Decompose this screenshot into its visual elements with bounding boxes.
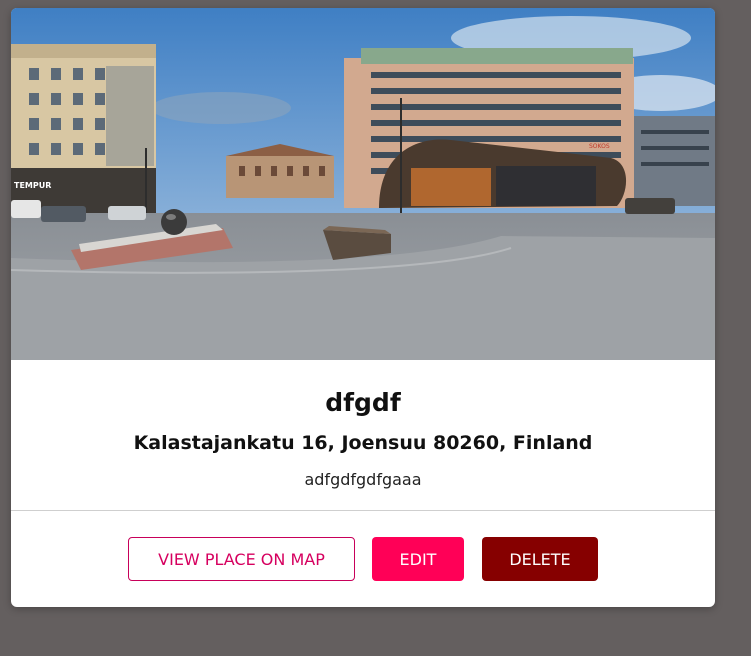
place-description: adfgdfgdfgaaa — [304, 470, 422, 489]
place-address: Kalastajankatu 16, Joensuu 80260, Finlan… — [133, 432, 593, 454]
place-card: TEMPUR SOKOS dfgdf Kalastajankatu 16, Jo… — [11, 8, 715, 607]
view-on-map-button[interactable]: VIEW PLACE ON MAP — [128, 537, 355, 581]
place-image: TEMPUR SOKOS — [11, 8, 715, 360]
shop-sign-right: SOKOS — [589, 143, 610, 150]
place-title: dfgdf — [325, 388, 401, 417]
delete-button[interactable]: DELETE — [482, 537, 598, 581]
place-info: dfgdf Kalastajankatu 16, Joensuu 80260, … — [11, 360, 715, 510]
edit-button[interactable]: EDIT — [372, 537, 464, 581]
shop-sign-left: TEMPUR — [14, 181, 51, 190]
card-actions: VIEW PLACE ON MAP EDIT DELETE — [11, 511, 715, 607]
